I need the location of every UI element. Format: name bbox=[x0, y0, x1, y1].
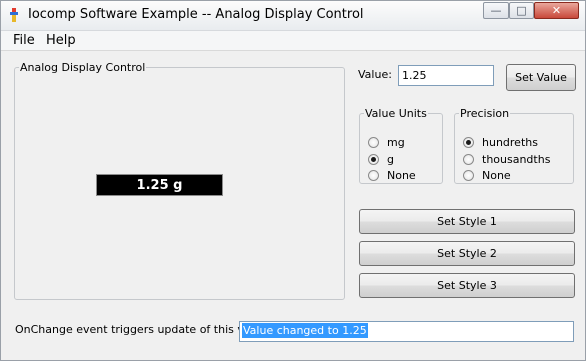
set-style-1-button[interactable]: Set Style 1 bbox=[359, 209, 575, 234]
close-icon: ✕ bbox=[551, 4, 562, 17]
value-units-group: Value Units mg g None bbox=[359, 107, 443, 184]
maximize-button[interactable]: □ bbox=[509, 2, 534, 19]
units-option-label: None bbox=[387, 169, 416, 182]
precision-legend: Precision bbox=[460, 107, 510, 120]
menu-bar: File Help bbox=[1, 31, 585, 50]
radio-button-selected[interactable] bbox=[463, 137, 474, 148]
radio-button[interactable] bbox=[368, 137, 379, 148]
title-bar[interactable]: Iocomp Software Example -- Analog Displa… bbox=[1, 1, 585, 31]
units-option-none[interactable]: None bbox=[368, 169, 416, 182]
maximize-icon: □ bbox=[516, 4, 527, 17]
precision-option-hundreths[interactable]: hundreths bbox=[463, 136, 538, 149]
radio-button[interactable] bbox=[463, 170, 474, 181]
app-window: Iocomp Software Example -- Analog Displa… bbox=[0, 0, 586, 361]
precision-option-none[interactable]: None bbox=[463, 169, 511, 182]
event-output-field[interactable]: Value changed to 1.25 bbox=[239, 321, 574, 342]
analog-display: 1.25 g bbox=[96, 174, 223, 196]
radio-button[interactable] bbox=[463, 154, 474, 165]
precision-option-label: hundreths bbox=[482, 136, 538, 149]
value-units-legend: Value Units bbox=[365, 107, 427, 120]
value-label: Value: bbox=[358, 68, 392, 81]
precision-group: Precision hundreths thousandths None bbox=[454, 107, 574, 184]
units-option-mg[interactable]: mg bbox=[368, 136, 405, 149]
minimize-icon: — bbox=[490, 4, 502, 17]
units-option-g[interactable]: g bbox=[368, 153, 394, 166]
minimize-button[interactable]: — bbox=[483, 2, 509, 19]
analog-display-value: 1.25 g bbox=[136, 177, 183, 193]
analog-display-group: Analog Display Control 1.25 g bbox=[14, 61, 345, 300]
window-title: Iocomp Software Example -- Analog Displa… bbox=[28, 7, 364, 22]
units-option-label: mg bbox=[387, 136, 405, 149]
analog-display-legend: Analog Display Control bbox=[20, 61, 146, 74]
precision-option-thousandths[interactable]: thousandths bbox=[463, 153, 550, 166]
radio-button-selected[interactable] bbox=[368, 154, 379, 165]
precision-option-label: None bbox=[482, 169, 511, 182]
app-icon bbox=[10, 8, 18, 22]
radio-button[interactable] bbox=[368, 170, 379, 181]
close-button[interactable]: ✕ bbox=[534, 2, 579, 19]
set-style-3-button[interactable]: Set Style 3 bbox=[359, 273, 575, 298]
set-style-2-button[interactable]: Set Style 2 bbox=[359, 241, 575, 266]
event-output-text: Value changed to 1.25 bbox=[242, 323, 368, 338]
menu-help[interactable]: Help bbox=[46, 33, 76, 48]
menu-divider bbox=[1, 50, 585, 51]
event-label: OnChange event triggers update of this v… bbox=[15, 323, 272, 336]
menu-file[interactable]: File bbox=[13, 33, 35, 48]
set-value-button[interactable]: Set Value bbox=[506, 64, 576, 91]
units-option-label: g bbox=[387, 153, 394, 166]
value-input[interactable] bbox=[398, 65, 494, 86]
precision-option-label: thousandths bbox=[482, 153, 551, 166]
